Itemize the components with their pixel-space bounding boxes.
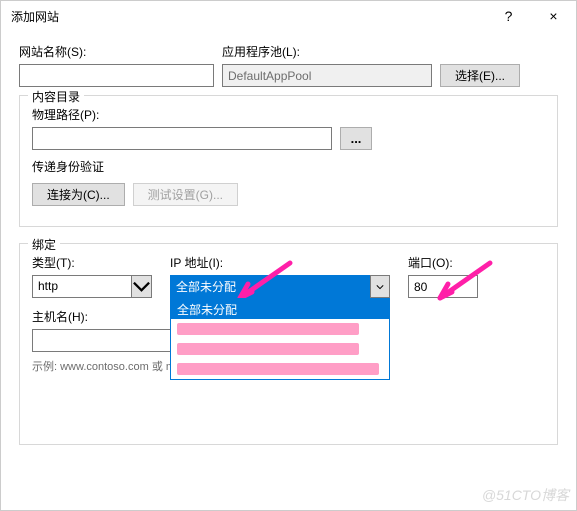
hostname-input[interactable] [32, 329, 172, 352]
dialog-content: 网站名称(S): 应用程序池(L): 选择(E)... 内容目录 物理路径(P)… [1, 31, 576, 445]
help-button[interactable]: ? [486, 1, 531, 31]
physical-path-input[interactable] [32, 127, 332, 150]
ip-option[interactable] [171, 339, 389, 359]
connect-as-button[interactable]: 连接为(C)... [32, 183, 125, 206]
app-pool-label: 应用程序池(L): [222, 43, 432, 60]
hostname-label: 主机名(H): [32, 310, 88, 324]
ip-option[interactable]: 全部未分配 [171, 299, 389, 319]
test-settings-button: 测试设置(G)... [133, 183, 238, 206]
type-value: http [32, 275, 132, 298]
site-name-input[interactable] [19, 64, 214, 87]
close-button[interactable]: × [531, 1, 576, 31]
ip-address-value: 全部未分配 [170, 275, 390, 298]
titlebar: 添加网站 ? × [1, 1, 576, 31]
ip-address-dropdown: 全部未分配 [170, 298, 390, 380]
type-label: 类型(T): [32, 254, 152, 271]
select-pool-button[interactable]: 选择(E)... [440, 64, 520, 87]
content-dir-fieldset: 内容目录 物理路径(P): ... 传递身份验证 连接为(C)... 测试设置(… [19, 95, 558, 227]
pass-through-auth-label: 传递身份验证 [32, 158, 545, 175]
watermark: @51CTO博客 [482, 485, 569, 505]
port-label: 端口(O): [408, 254, 478, 271]
chevron-down-icon[interactable] [370, 275, 390, 298]
ip-address-combo[interactable]: 全部未分配 全部未分配 [170, 275, 390, 298]
ip-option[interactable] [171, 359, 389, 379]
chevron-down-icon [132, 275, 152, 298]
dialog-title: 添加网站 [11, 8, 486, 25]
port-input[interactable] [408, 275, 478, 298]
binding-legend: 绑定 [28, 236, 60, 253]
type-select[interactable]: http [32, 275, 152, 298]
binding-fieldset: 绑定 类型(T): http IP 地址(I): 全部未分配 [19, 243, 558, 445]
browse-path-button[interactable]: ... [340, 127, 372, 150]
ip-address-label: IP 地址(I): [170, 254, 390, 271]
content-dir-legend: 内容目录 [28, 88, 84, 105]
app-pool-input[interactable] [222, 64, 432, 87]
site-name-label: 网站名称(S): [19, 43, 214, 60]
physical-path-label: 物理路径(P): [32, 108, 99, 122]
ip-option[interactable] [171, 319, 389, 339]
add-website-dialog: 添加网站 ? × 网站名称(S): 应用程序池(L): 选择(E)... 内容目… [0, 0, 577, 511]
